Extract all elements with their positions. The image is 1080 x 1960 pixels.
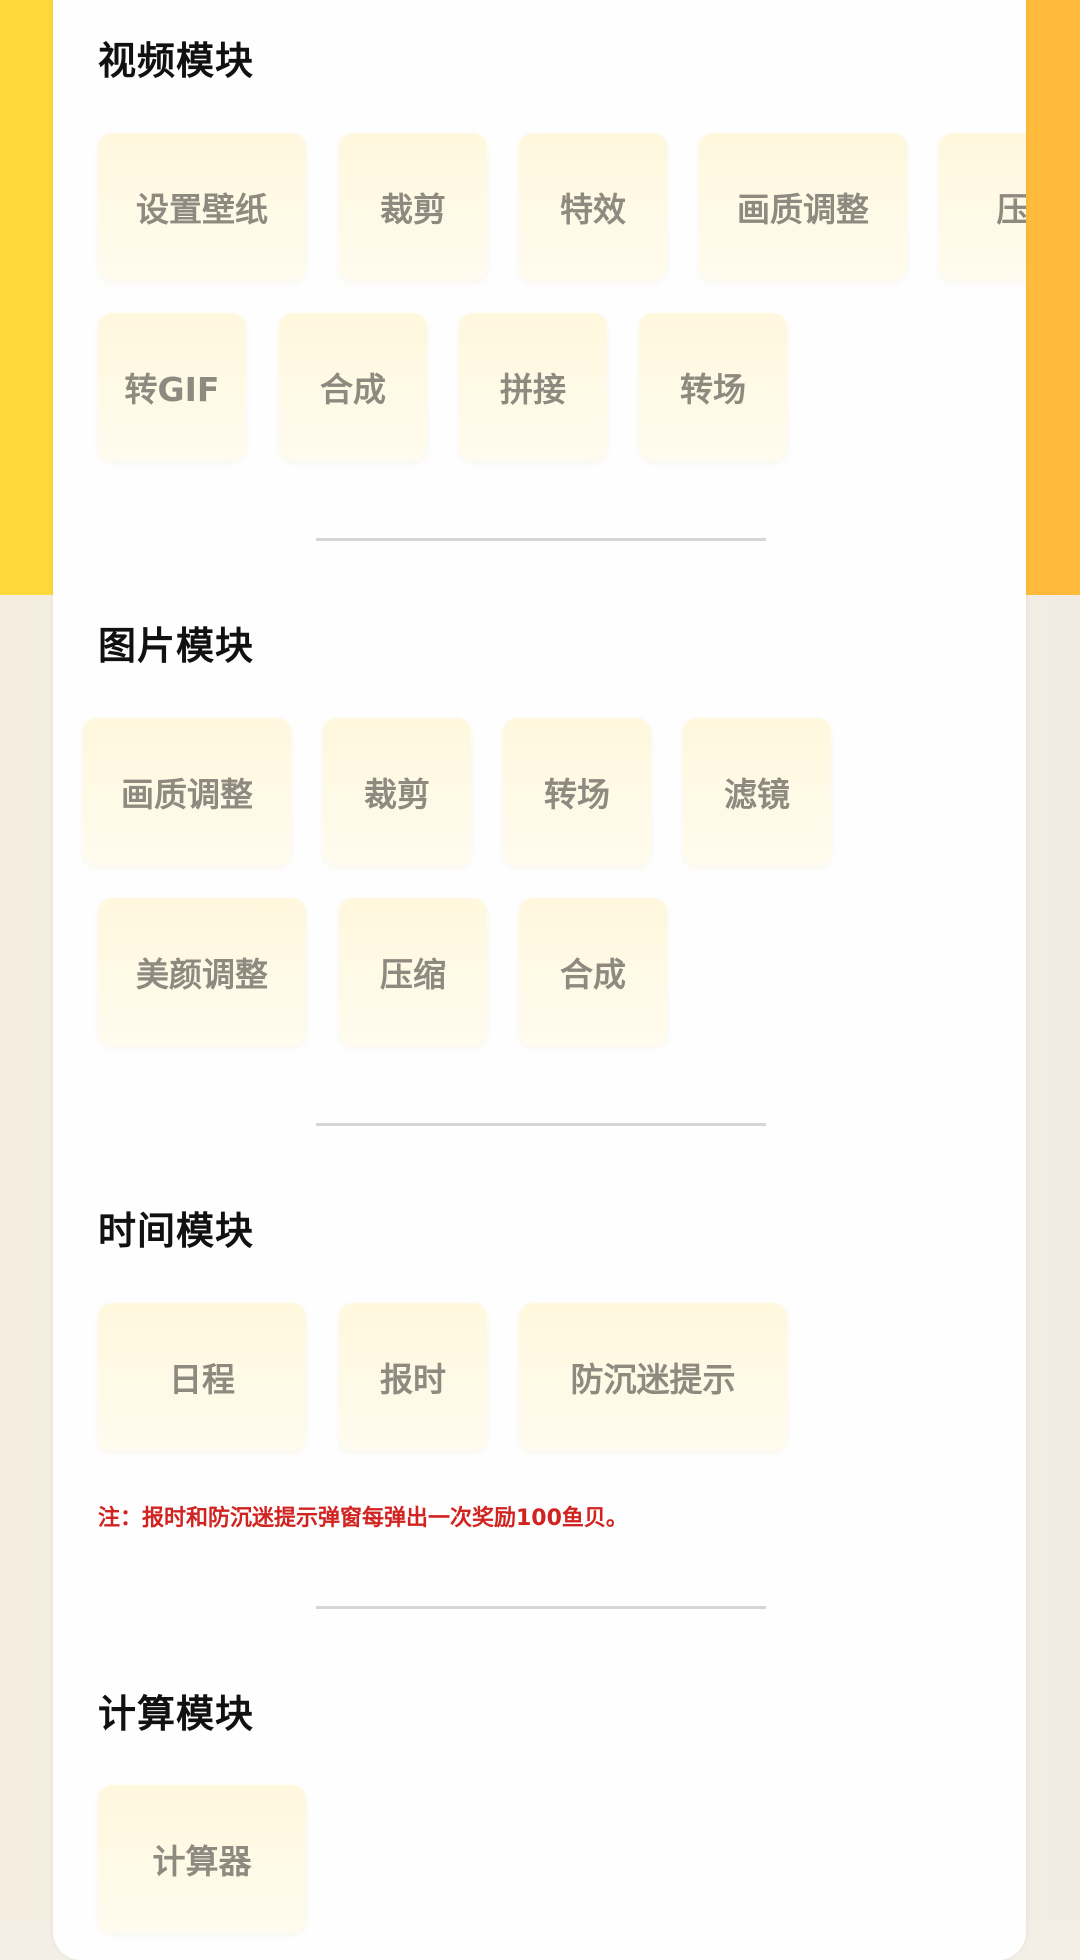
- time-tile-time-announce[interactable]: 报时: [339, 1303, 487, 1451]
- video-tile-transition[interactable]: 转场: [639, 313, 787, 461]
- time-tile-schedule[interactable]: 日程: [98, 1303, 306, 1451]
- image-tile-beauty-adjust[interactable]: 美颜调整: [98, 898, 306, 1046]
- section-divider: [316, 538, 766, 541]
- reward-note: 注：报时和防沉迷提示弹窗每弹出一次奖励100鱼贝。: [98, 1506, 628, 1531]
- section-divider: [316, 1123, 766, 1126]
- video-section-title: 视频模块: [98, 39, 255, 83]
- video-tile-to-gif[interactable]: 转GIF: [98, 313, 246, 461]
- image-tile-compress[interactable]: 压缩: [339, 898, 487, 1046]
- video-tile-crop[interactable]: 裁剪: [339, 133, 487, 281]
- image-section-title: 图片模块: [98, 624, 255, 668]
- video-tile-splice[interactable]: 拼接: [459, 313, 607, 461]
- video-tile-merge[interactable]: 合成: [279, 313, 427, 461]
- time-section-title: 时间模块: [98, 1209, 255, 1253]
- image-tile-filter[interactable]: 滤镜: [683, 718, 831, 866]
- image-tile-crop[interactable]: 裁剪: [323, 718, 471, 866]
- video-tile-effects[interactable]: 特效: [519, 133, 667, 281]
- video-tile-set-wallpaper[interactable]: 设置壁纸: [98, 133, 306, 281]
- video-tile-compress[interactable]: 压: [939, 133, 1026, 281]
- image-tile-transition[interactable]: 转场: [503, 718, 651, 866]
- image-tile-merge[interactable]: 合成: [519, 898, 667, 1046]
- image-tile-quality-adjust[interactable]: 画质调整: [83, 718, 291, 866]
- section-divider: [316, 1606, 766, 1609]
- calc-tile-calculator[interactable]: 计算器: [98, 1785, 306, 1933]
- modules-card: 视频模块 设置壁纸 裁剪 特效 画质调整 压 转GIF 合成 拼接 转场 图片模…: [53, 0, 1026, 1960]
- time-tile-anti-addiction[interactable]: 防沉迷提示: [519, 1303, 787, 1451]
- calc-section-title: 计算模块: [98, 1692, 255, 1736]
- video-tile-quality-adjust[interactable]: 画质调整: [699, 133, 907, 281]
